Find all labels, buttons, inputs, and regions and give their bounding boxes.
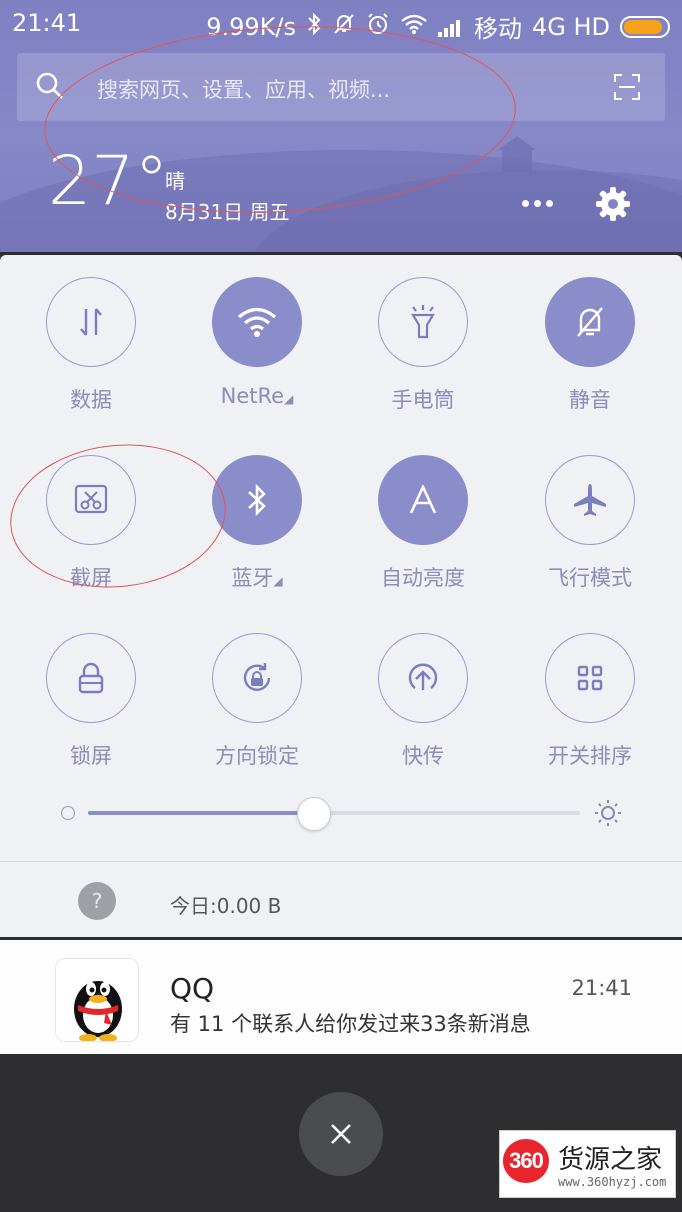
tile-label: 快传 bbox=[402, 744, 444, 768]
carrier-name: 移动 bbox=[473, 15, 522, 43]
tile-auto-brightness[interactable]: 自动亮度 bbox=[340, 455, 506, 615]
wifi-icon bbox=[212, 277, 302, 367]
watermark: 360 货源之家 www.360hyzj.com bbox=[499, 1130, 676, 1198]
brightness-fill bbox=[88, 811, 315, 815]
cell-signal-icon bbox=[437, 17, 464, 37]
watermark-logo: 360 bbox=[503, 1139, 549, 1183]
bluetooth-label: 蓝牙 bbox=[231, 566, 274, 590]
battery-icon bbox=[620, 15, 670, 38]
qq-penguin-icon bbox=[55, 958, 139, 1042]
tile-label: 自动亮度 bbox=[381, 566, 465, 590]
status-time: 21:41 bbox=[12, 9, 82, 37]
tile-toggle-sort[interactable]: 开关排序 bbox=[507, 633, 673, 793]
more-icon[interactable] bbox=[522, 190, 556, 216]
brightness-low-icon bbox=[61, 806, 75, 820]
watermark-name: 货源之家 bbox=[558, 1145, 663, 1175]
watermark-url: www.360hyzj.com bbox=[558, 1175, 667, 1189]
clear-notifications-button[interactable] bbox=[299, 1092, 383, 1176]
background-house bbox=[498, 136, 536, 172]
submenu-indicator: ◢ bbox=[284, 392, 294, 406]
grid-sort-icon bbox=[545, 633, 635, 723]
tile-label: 飞行模式 bbox=[548, 566, 632, 590]
quick-settings-panel: 数据 NetRe◢ 手电筒 静音 截屏 蓝牙◢ 自动亮度 飞行模式 锁屏 方向锁… bbox=[0, 255, 682, 937]
tile-label: 锁屏 bbox=[70, 744, 112, 768]
brightness-slider[interactable] bbox=[58, 795, 628, 835]
tile-label: 方向锁定 bbox=[215, 744, 299, 768]
tile-quick-transfer[interactable]: 快传 bbox=[340, 633, 506, 793]
tile-label: 静音 bbox=[569, 388, 611, 412]
tile-label: 数据 bbox=[70, 388, 112, 412]
tile-flashlight[interactable]: 手电筒 bbox=[340, 277, 506, 437]
data-transfer-icon bbox=[46, 277, 136, 367]
brightness-thumb[interactable] bbox=[297, 797, 332, 831]
tile-label: NetRe◢ bbox=[221, 384, 294, 408]
tile-label: 手电筒 bbox=[391, 388, 455, 412]
tile-rotation-lock[interactable]: 方向锁定 bbox=[174, 633, 340, 793]
tile-lock-screen[interactable]: 锁屏 bbox=[8, 633, 174, 793]
auto-brightness-icon bbox=[378, 455, 468, 545]
brightness-high-icon bbox=[595, 800, 621, 826]
tile-label: 蓝牙◢ bbox=[231, 562, 282, 592]
bluetooth-icon bbox=[212, 455, 302, 545]
lock-icon bbox=[46, 633, 136, 723]
tile-wifi[interactable]: NetRe◢ bbox=[174, 277, 340, 437]
notification-app-name: QQ bbox=[170, 972, 215, 1005]
flashlight-icon bbox=[378, 277, 468, 367]
help-icon: ? bbox=[78, 882, 116, 920]
airplane-icon bbox=[545, 455, 635, 545]
notification-card[interactable]: QQ 21:41 有 11 个联系人给你发过来33条新消息 bbox=[0, 940, 682, 1054]
tile-data[interactable]: 数据 bbox=[8, 277, 174, 437]
data-usage-text: 今日:0.00 B bbox=[170, 894, 282, 918]
scan-icon[interactable] bbox=[613, 73, 641, 101]
wifi-network-name: NetRe bbox=[220, 384, 285, 408]
tile-label: 开关排序 bbox=[548, 744, 632, 768]
mute-bell-icon bbox=[545, 277, 635, 367]
network-type: 4G HD bbox=[531, 12, 610, 41]
quick-transfer-icon bbox=[378, 633, 468, 723]
submenu-indicator: ◢ bbox=[273, 574, 283, 588]
tile-airplane[interactable]: 飞行模式 bbox=[507, 455, 673, 615]
notification-message: 有 11 个联系人给你发过来33条新消息 bbox=[170, 1012, 531, 1036]
data-usage-row[interactable]: ? 今日:0.00 B bbox=[0, 862, 682, 937]
brightness-track[interactable] bbox=[88, 797, 580, 831]
rotation-lock-icon bbox=[212, 633, 302, 723]
gear-icon[interactable] bbox=[594, 185, 632, 223]
close-icon bbox=[331, 1124, 351, 1144]
notification-time: 21:41 bbox=[571, 976, 632, 1000]
tile-mute[interactable]: 静音 bbox=[507, 277, 673, 437]
